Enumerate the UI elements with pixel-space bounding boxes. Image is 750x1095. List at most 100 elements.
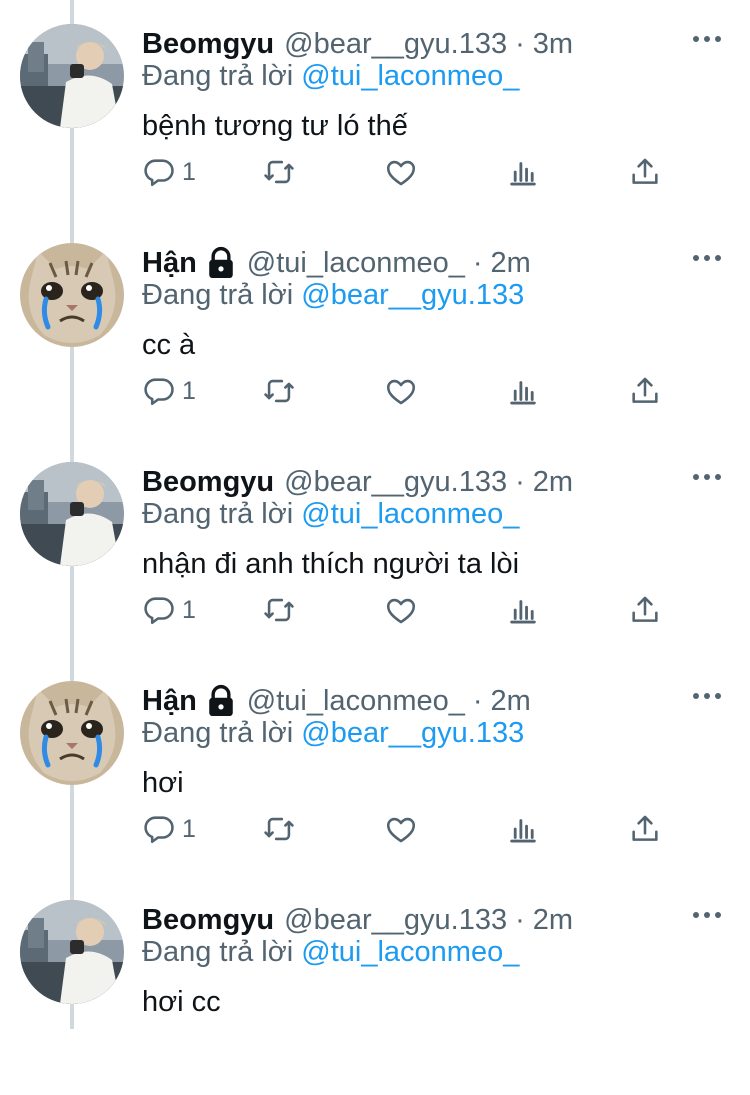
retweet-button[interactable] — [262, 150, 296, 194]
user-handle[interactable]: @tui_laconmeo_ — [247, 247, 465, 280]
share-icon — [632, 377, 658, 403]
more-icon[interactable] — [692, 691, 722, 701]
reply-button[interactable]: 1 — [142, 369, 196, 413]
like-button[interactable] — [384, 369, 418, 413]
separator-dot: · — [515, 903, 525, 936]
reply-count: 1 — [182, 814, 196, 843]
action-bar: 1 — [142, 150, 682, 194]
separator-dot: · — [472, 246, 483, 279]
timestamp[interactable]: 2m — [533, 904, 573, 937]
lock-icon — [209, 684, 233, 717]
analytics-button[interactable] — [506, 369, 540, 413]
retweet-icon — [264, 379, 294, 403]
replying-to: Đang trả lời @tui_laconmeo_ — [142, 936, 519, 969]
tweet[interactable]: Hận @tui_laconmeo_ · 2m Đang trả lời @be… — [0, 219, 750, 438]
heart-icon — [386, 160, 416, 186]
timestamp[interactable]: 2m — [491, 247, 531, 280]
tweet-header: Beomgyu @bear__gyu.133 · 3m — [142, 24, 573, 64]
timestamp[interactable]: 3m — [533, 28, 573, 61]
tweet-text: hơi cc — [142, 986, 221, 1018]
replying-to-label: Đang trả lời — [142, 279, 294, 311]
avatar[interactable] — [20, 24, 124, 128]
more-icon[interactable] — [692, 253, 722, 263]
tweet-text: bệnh tương tư ló thế — [142, 110, 408, 142]
timestamp[interactable]: 2m — [533, 466, 573, 499]
replying-to: Đang trả lời @tui_laconmeo_ — [142, 60, 519, 93]
avatar[interactable] — [20, 462, 124, 566]
retweet-button[interactable] — [262, 588, 296, 632]
display-name[interactable]: Beomgyu — [142, 28, 274, 61]
replying-to: Đang trả lời @tui_laconmeo_ — [142, 498, 519, 531]
comment-icon — [144, 597, 174, 625]
avatar[interactable] — [20, 681, 124, 785]
like-button[interactable] — [384, 150, 418, 194]
more-icon[interactable] — [692, 910, 722, 920]
reply-button[interactable]: 1 — [142, 588, 196, 632]
analytics-icon — [510, 600, 536, 624]
tweet-text: hơi — [142, 767, 184, 799]
reply-button[interactable]: 1 — [142, 807, 196, 851]
retweet-button[interactable] — [262, 369, 296, 413]
replying-to-link[interactable]: @tui_laconmeo_ — [301, 936, 519, 968]
tweet-text: cc à — [142, 329, 196, 361]
analytics-button[interactable] — [506, 150, 540, 194]
comment-icon — [144, 159, 174, 187]
analytics-icon — [510, 381, 536, 405]
reply-count: 1 — [182, 595, 196, 624]
share-icon — [632, 596, 658, 622]
retweet-button[interactable] — [262, 807, 296, 851]
replying-to-label: Đang trả lời — [142, 717, 294, 749]
replying-to: Đang trả lời @bear__gyu.133 — [142, 717, 524, 750]
comment-icon — [144, 816, 174, 844]
replying-to-link[interactable]: @tui_laconmeo_ — [301, 60, 519, 92]
replying-to-link[interactable]: @tui_laconmeo_ — [301, 498, 519, 530]
share-button[interactable] — [628, 807, 662, 851]
tweet[interactable]: Hận @tui_laconmeo_ · 2m Đang trả lời @be… — [0, 657, 750, 876]
heart-icon — [386, 379, 416, 405]
user-handle[interactable]: @bear__gyu.133 — [284, 904, 507, 937]
retweet-icon — [264, 160, 294, 184]
tweet-text: nhận đi anh thích người ta lòi — [142, 548, 520, 580]
replying-to-link[interactable]: @bear__gyu.133 — [301, 717, 524, 749]
replying-to-link[interactable]: @bear__gyu.133 — [301, 279, 524, 311]
heart-icon — [386, 817, 416, 843]
display-name[interactable]: Hận — [142, 685, 197, 718]
share-button[interactable] — [628, 150, 662, 194]
separator-dot: · — [515, 27, 525, 60]
replying-to-label: Đang trả lời — [142, 498, 294, 530]
tweet[interactable]: Beomgyu @bear__gyu.133 · 3m Đang trả lời… — [0, 0, 750, 219]
separator-dot: · — [515, 465, 525, 498]
heart-icon — [386, 598, 416, 624]
reply-count: 1 — [182, 157, 196, 186]
action-bar: 1 — [142, 369, 682, 413]
replying-to-label: Đang trả lời — [142, 60, 294, 92]
reply-button[interactable]: 1 — [142, 150, 196, 194]
avatar[interactable] — [20, 900, 124, 1004]
analytics-button[interactable] — [506, 588, 540, 632]
share-button[interactable] — [628, 588, 662, 632]
like-button[interactable] — [384, 588, 418, 632]
user-handle[interactable]: @bear__gyu.133 — [284, 28, 507, 61]
action-bar: 1 — [142, 588, 682, 632]
retweet-icon — [264, 817, 294, 841]
display-name[interactable]: Hận — [142, 247, 197, 280]
tweet[interactable]: Beomgyu @bear__gyu.133 · 2m Đang trả lời… — [0, 876, 750, 1095]
share-button[interactable] — [628, 369, 662, 413]
user-handle[interactable]: @tui_laconmeo_ — [247, 685, 465, 718]
action-bar: 1 — [142, 807, 682, 851]
tweet[interactable]: Beomgyu @bear__gyu.133 · 2m Đang trả lời… — [0, 438, 750, 657]
more-icon[interactable] — [692, 472, 722, 482]
avatar[interactable] — [20, 243, 124, 347]
display-name[interactable]: Beomgyu — [142, 904, 274, 937]
replying-to-label: Đang trả lời — [142, 936, 294, 968]
display-name[interactable]: Beomgyu — [142, 466, 274, 499]
separator-dot: · — [472, 684, 483, 717]
more-icon[interactable] — [692, 34, 722, 44]
lock-icon — [209, 246, 233, 279]
user-handle[interactable]: @bear__gyu.133 — [284, 466, 507, 499]
like-button[interactable] — [384, 807, 418, 851]
replying-to: Đang trả lời @bear__gyu.133 — [142, 279, 524, 312]
timestamp[interactable]: 2m — [491, 685, 531, 718]
tweet-header: Beomgyu @bear__gyu.133 · 2m — [142, 900, 573, 940]
analytics-button[interactable] — [506, 807, 540, 851]
